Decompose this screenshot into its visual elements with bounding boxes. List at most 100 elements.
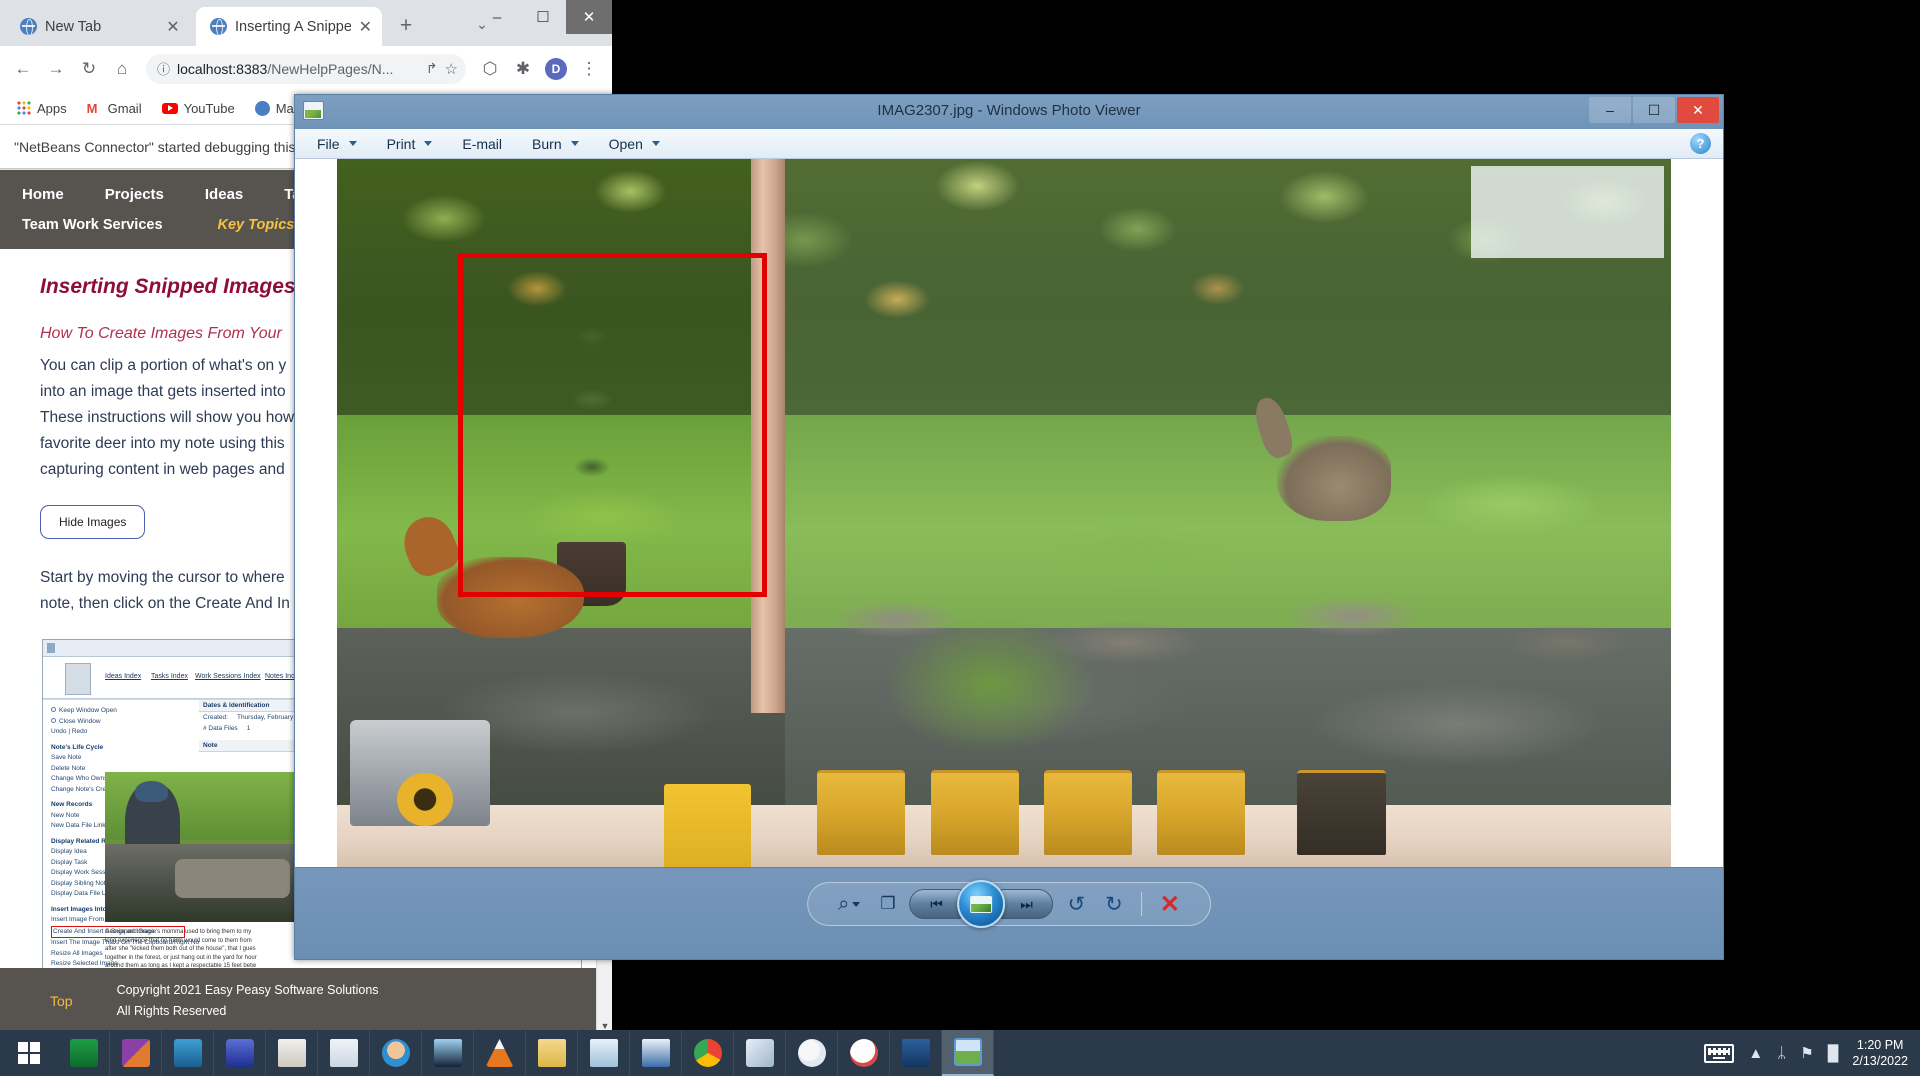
taskbar-3d-viewer[interactable] xyxy=(734,1030,786,1076)
taskbar-video-player[interactable] xyxy=(318,1030,370,1076)
cube-extension-icon[interactable]: ⬡ xyxy=(475,54,505,84)
extensions-puzzle-icon[interactable]: ✱ xyxy=(508,54,538,84)
start-button[interactable] xyxy=(0,1030,58,1076)
embedded-group-heading: Note's Life Cycle xyxy=(51,743,185,754)
taskbar-chrome[interactable] xyxy=(682,1030,734,1076)
menu-print-label: Print xyxy=(387,136,416,152)
taskbar-file-explorer[interactable] xyxy=(526,1030,578,1076)
blueprint-app-icon xyxy=(902,1039,930,1067)
chevron-down-icon xyxy=(852,902,860,907)
address-bar[interactable]: ⓘ localhost:8383/NewHelpPages/N... ↱ ☆ xyxy=(146,54,466,84)
bookmark-star-icon[interactable]: ☆ xyxy=(445,60,458,78)
nav-item-ideas[interactable]: Ideas xyxy=(205,186,243,203)
bookmark-youtube[interactable]: YouTube xyxy=(155,98,242,119)
bookmark-apps[interactable]: Apps xyxy=(10,98,74,119)
taskbar-paint[interactable] xyxy=(786,1030,838,1076)
tab-close-icon[interactable]: ✕ xyxy=(165,17,181,37)
taskbar-photoshop[interactable] xyxy=(162,1030,214,1076)
hide-images-button[interactable]: Hide Images xyxy=(40,505,145,539)
taskbar-notepad[interactable] xyxy=(578,1030,630,1076)
photo-ferns xyxy=(884,613,1097,755)
clock[interactable]: 1:20 PM 2/13/2022 xyxy=(1852,1037,1908,1069)
help-icon[interactable]: ? xyxy=(1690,133,1711,154)
rotate-clockwise-button[interactable]: ↻ xyxy=(1105,892,1123,917)
bluetooth-icon[interactable]: ᛦ xyxy=(1777,1045,1786,1062)
menu-burn[interactable]: Burn xyxy=(532,136,579,152)
reload-icon[interactable]: ↻ xyxy=(74,54,104,84)
pv-minimize-button[interactable]: – xyxy=(1589,97,1631,123)
browser-tab-inserting-a-snipped-image[interactable]: Inserting A Snipped Im ✕ xyxy=(196,7,382,46)
libreoffice-icon xyxy=(642,1039,670,1067)
menu-open[interactable]: Open xyxy=(609,136,660,152)
photo-yellow-planter xyxy=(664,784,751,869)
previous-button[interactable]: ⏮ xyxy=(910,889,964,919)
embedded-field-label: # Data Files xyxy=(203,725,238,732)
taskbar-tools[interactable] xyxy=(214,1030,266,1076)
zoom-button[interactable]: ⌕ xyxy=(838,893,860,916)
pv-maximize-button[interactable]: ☐ xyxy=(1633,97,1675,123)
taskbar-media-player-classic[interactable] xyxy=(266,1030,318,1076)
next-button[interactable]: ⏭ xyxy=(1000,889,1054,919)
flag-icon[interactable]: ⚑ xyxy=(1800,1044,1813,1062)
photo-viewer-control-bar: ⌕ ❐ ⏮ ⏭ ↺ ↻ ✕ xyxy=(295,867,1723,959)
close-button[interactable]: ✕ xyxy=(566,0,612,34)
chrome-menu-icon[interactable]: ⋮ xyxy=(574,54,604,84)
red-annotation-rectangle xyxy=(458,253,766,597)
browser-tab-new-tab[interactable]: New Tab ✕ xyxy=(6,7,191,46)
network-signal-icon[interactable]: █ xyxy=(1828,1045,1839,1062)
menu-file[interactable]: File xyxy=(317,136,357,152)
maximize-button[interactable]: ☐ xyxy=(520,0,566,34)
menu-print[interactable]: Print xyxy=(387,136,433,152)
avatar-app-icon xyxy=(382,1039,410,1067)
taskbar-affinity[interactable] xyxy=(110,1030,162,1076)
keyboard-icon[interactable] xyxy=(1704,1044,1734,1063)
menu-burn-label: Burn xyxy=(532,136,562,152)
taskbar-snipping-tool[interactable] xyxy=(838,1030,890,1076)
minimize-button[interactable]: – xyxy=(474,0,520,34)
taskbar-libreoffice[interactable] xyxy=(630,1030,682,1076)
reader-icon xyxy=(434,1039,462,1067)
rotate-counterclockwise-button[interactable]: ↺ xyxy=(1068,892,1086,917)
displayed-photograph[interactable] xyxy=(337,159,1671,869)
radio-icon xyxy=(51,707,56,712)
site-info-icon[interactable]: ⓘ xyxy=(157,59,170,78)
taskbar-avatar-app[interactable] xyxy=(370,1030,422,1076)
pv-close-button[interactable]: ✕ xyxy=(1677,97,1719,123)
fit-to-window-button[interactable]: ❐ xyxy=(880,894,895,914)
footer-rights: All Rights Reserved xyxy=(117,1001,379,1022)
taskbar-photo-viewer[interactable] xyxy=(942,1030,994,1076)
page-footer: Top Copyright 2021 Easy Peasy Software S… xyxy=(0,968,596,1034)
nav-item-projects[interactable]: Projects xyxy=(105,186,164,203)
tab-title: Inserting A Snipped Im xyxy=(235,19,351,35)
taskbar-vlc[interactable] xyxy=(474,1030,526,1076)
profile-avatar[interactable]: D xyxy=(541,54,571,84)
back-icon[interactable]: ← xyxy=(8,54,38,84)
slideshow-picture-icon xyxy=(971,896,993,913)
embedded-window-icon xyxy=(47,643,55,653)
taskbar-reader[interactable] xyxy=(422,1030,474,1076)
microsoft-store-icon xyxy=(70,1039,98,1067)
bookmark-gmail[interactable]: M Gmail xyxy=(80,98,149,119)
share-icon[interactable]: ↱ xyxy=(426,60,438,77)
slideshow-button[interactable] xyxy=(958,880,1006,928)
footer-top-link[interactable]: Top xyxy=(50,993,73,1009)
tools-icon xyxy=(226,1039,254,1067)
address-bar-url: localhost:8383/NewHelpPages/N... xyxy=(177,61,419,77)
forward-icon[interactable]: → xyxy=(41,54,71,84)
new-tab-button[interactable]: + xyxy=(393,14,419,40)
windows-logo-icon xyxy=(18,1042,40,1064)
nav-item-team-work-services[interactable]: Team Work Services xyxy=(22,217,163,233)
show-hidden-icons-chevron-up-icon[interactable]: ▲ xyxy=(1748,1045,1763,1062)
menu-email[interactable]: E-mail xyxy=(462,136,502,152)
control-divider xyxy=(1141,892,1142,916)
taskbar-blueprint-app[interactable] xyxy=(890,1030,942,1076)
home-icon[interactable]: ⌂ xyxy=(107,54,137,84)
photo-viewer-title: IMAG2307.jpg - Windows Photo Viewer xyxy=(295,102,1723,119)
taskbar-microsoft-store[interactable] xyxy=(58,1030,110,1076)
footer-copyright-block: Copyright 2021 Easy Peasy Software Solut… xyxy=(117,980,379,1022)
photoshop-icon xyxy=(174,1039,202,1067)
navigation-group: ⏮ ⏭ xyxy=(910,880,1054,928)
delete-button[interactable]: ✕ xyxy=(1160,890,1180,919)
nav-item-home[interactable]: Home xyxy=(22,186,64,203)
tab-close-icon[interactable]: ✕ xyxy=(359,17,372,37)
